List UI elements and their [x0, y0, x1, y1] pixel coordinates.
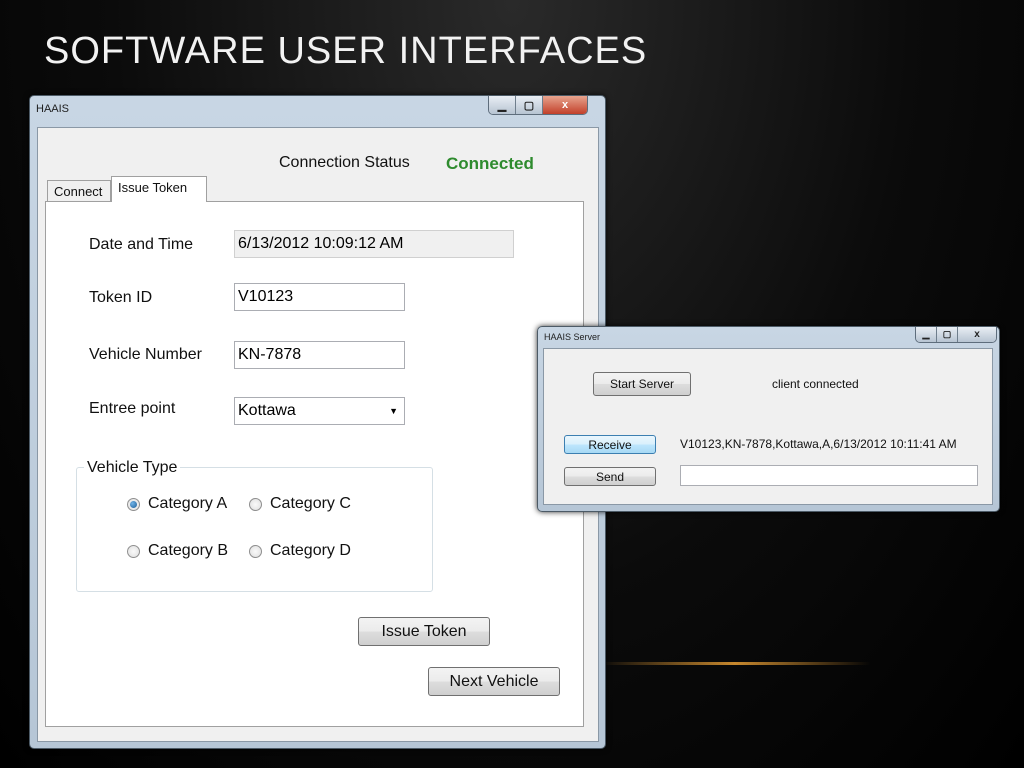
close-button[interactable]: x: [958, 327, 996, 342]
radio-category-b-label: Category B: [148, 542, 229, 559]
radio-category-d[interactable]: Category D: [249, 542, 351, 560]
tab-connect[interactable]: Connect: [47, 180, 111, 202]
maximize-button[interactable]: ▢: [516, 96, 543, 114]
tab-issue-token[interactable]: Issue Token: [111, 176, 207, 202]
server-status-text: client connected: [772, 377, 859, 391]
slide-title: SOFTWARE USER INTERFACES: [44, 30, 648, 72]
radio-category-a-label: Category A: [148, 495, 228, 512]
radio-unchecked-icon: [249, 544, 262, 558]
issue-token-button[interactable]: Issue Token: [358, 617, 490, 646]
client-titlebar[interactable]: HAAIS ▁ ▢ x: [30, 96, 605, 122]
close-button[interactable]: x: [543, 96, 587, 114]
client-area: Connection Status Connected Connect Issu…: [37, 127, 599, 742]
haais-server-window: HAAIS Server ▁ ▢ x Start Server client c…: [537, 326, 1000, 512]
start-server-button[interactable]: Start Server: [593, 372, 691, 396]
haais-client-window: HAAIS ▁ ▢ x Connection Status Connected …: [29, 95, 606, 749]
issue-token-panel: Date and Time Token ID Vehicle Number En…: [45, 201, 584, 727]
maximize-button[interactable]: ▢: [937, 327, 958, 342]
connection-status-label: Connection Status: [279, 154, 410, 171]
vehicle-type-legend: Vehicle Type: [84, 459, 181, 477]
entree-point-select[interactable]: Kottawa ▼: [234, 397, 405, 425]
radio-category-b[interactable]: Category B: [127, 542, 228, 560]
next-vehicle-button[interactable]: Next Vehicle: [428, 667, 560, 696]
entree-point-value: Kottawa: [238, 402, 296, 419]
connection-status-value: Connected: [446, 154, 534, 173]
server-titlebar[interactable]: HAAIS Server ▁ ▢ x: [538, 327, 999, 347]
send-input[interactable]: [680, 465, 978, 486]
server-window-title: HAAIS Server: [544, 332, 601, 342]
decorative-glow-line: [600, 662, 870, 665]
client-window-title: HAAIS: [36, 103, 70, 115]
client-window-controls: ▁ ▢ x: [488, 96, 588, 115]
token-id-label: Token ID: [89, 289, 153, 306]
receive-button[interactable]: Receive: [564, 435, 656, 454]
vehicle-number-label: Vehicle Number: [89, 346, 202, 363]
minimize-button[interactable]: ▁: [916, 327, 937, 342]
vehicle-number-field[interactable]: [234, 341, 405, 369]
radio-unchecked-icon: [249, 497, 262, 511]
dropdown-arrow-icon: ▼: [389, 406, 398, 416]
date-time-label: Date and Time: [89, 236, 194, 253]
received-data-text: V10123,KN-7878,Kottawa,A,6/13/2012 10:11…: [680, 437, 957, 451]
minimize-button[interactable]: ▁: [489, 96, 516, 114]
vehicle-type-group: [76, 467, 433, 592]
date-time-field[interactable]: [234, 230, 514, 258]
radio-unchecked-icon: [127, 544, 140, 558]
send-button[interactable]: Send: [564, 467, 656, 486]
token-id-field[interactable]: [234, 283, 405, 311]
server-client-area: Start Server client connected Receive V1…: [543, 348, 993, 505]
radio-category-c[interactable]: Category C: [249, 495, 351, 513]
radio-category-a[interactable]: Category A: [127, 495, 227, 513]
server-window-controls: ▁ ▢ x: [915, 327, 997, 343]
radio-checked-icon: [127, 497, 140, 511]
radio-category-c-label: Category C: [270, 495, 351, 512]
entree-point-label: Entree point: [89, 400, 176, 417]
radio-category-d-label: Category D: [270, 542, 351, 559]
